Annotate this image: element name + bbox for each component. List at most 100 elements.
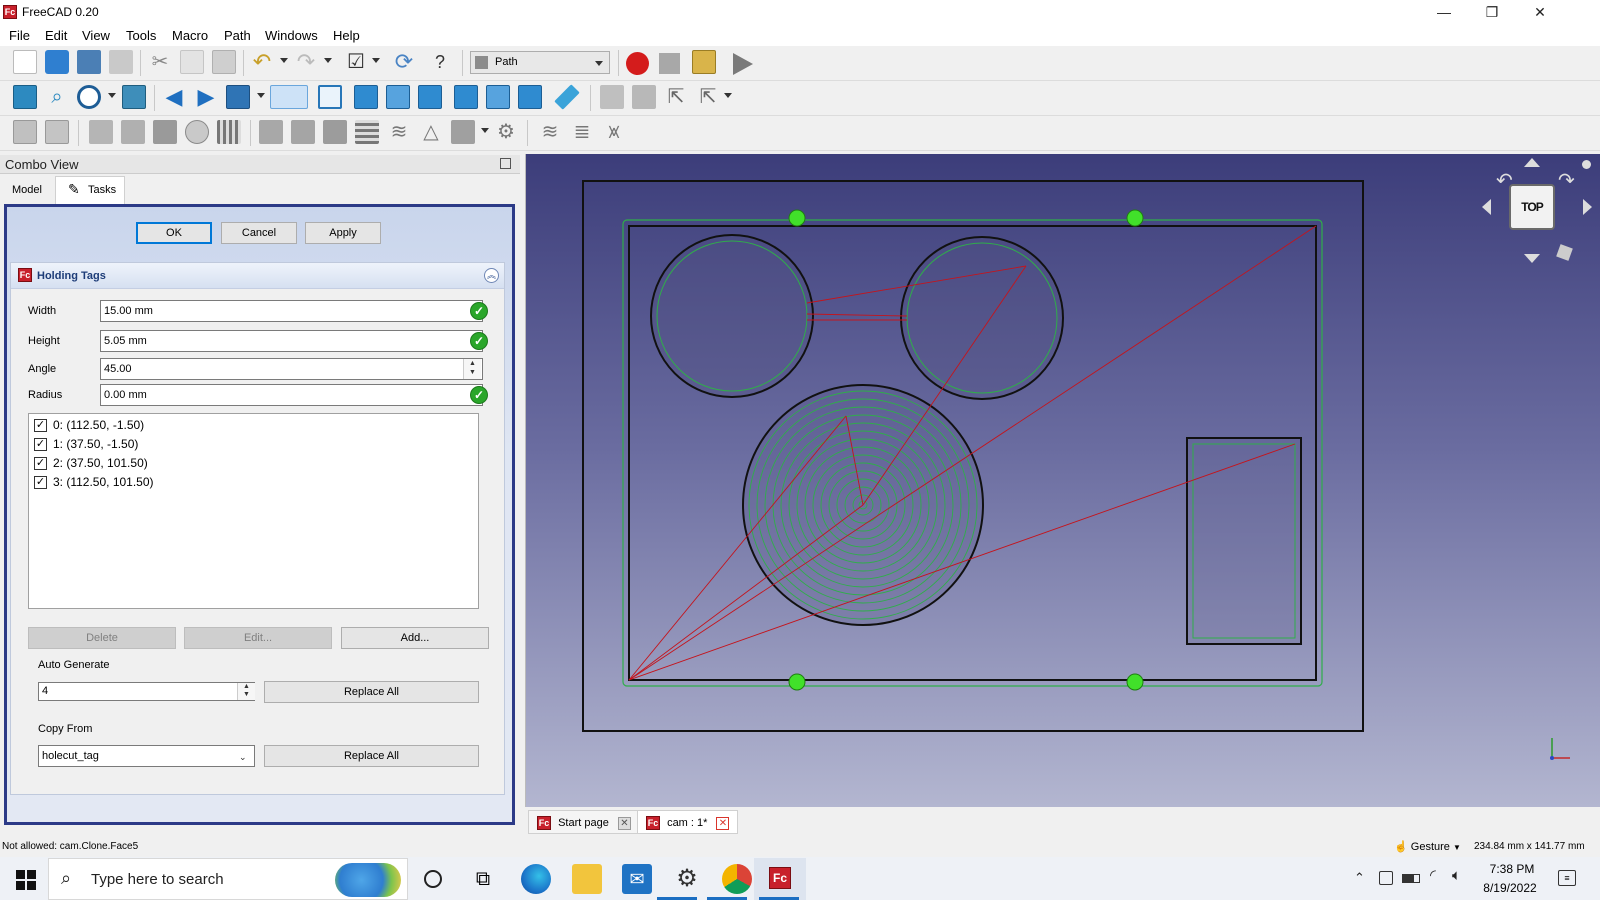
copy-from-replace-all-button[interactable]: Replace All [264, 745, 479, 767]
path-dropdown-icon[interactable] [481, 128, 489, 133]
height-input[interactable]: 5.05 mm [100, 330, 483, 352]
tab-start-page[interactable]: Fc Start page ✕ [528, 810, 640, 834]
checkbox-checked-icon[interactable]: ✓ [34, 457, 47, 471]
clock-date[interactable]: 8/19/2022 [1477, 881, 1543, 895]
3d-view[interactable]: TOP ↶ ↷ [525, 154, 1600, 807]
path-waterline-icon[interactable]: ≋ [387, 120, 411, 144]
path-engrave-icon[interactable] [323, 120, 347, 144]
undo-dropdown-icon[interactable] [280, 58, 288, 63]
macro-editor-icon[interactable] [692, 50, 716, 74]
checkbox-checked-icon[interactable]: ✓ [34, 438, 47, 452]
redo-icon[interactable]: ↷ [294, 50, 318, 74]
navigation-style-selector[interactable]: ☝ Gesture ▼ [1394, 840, 1461, 853]
copy-from-select[interactable]: holecut_tag ⌄ [38, 745, 255, 767]
menu-file[interactable]: File [7, 28, 32, 43]
navcube-rotate-right-icon[interactable]: ↷ [1558, 168, 1575, 193]
menu-windows[interactable]: Windows [263, 28, 320, 43]
path-helix-icon[interactable] [185, 120, 209, 144]
fit-all-icon[interactable] [13, 85, 37, 109]
freecad-taskbar-button[interactable]: Fc [754, 858, 806, 900]
draw-style-icon[interactable] [77, 85, 101, 109]
chrome-browser-icon[interactable] [722, 864, 752, 894]
auto-generate-replace-all-button[interactable]: Replace All [264, 681, 479, 703]
cortana-icon[interactable] [424, 870, 442, 888]
path-thread-icon[interactable]: ⚙ [494, 120, 518, 144]
link-actions-dropdown-icon[interactable] [724, 93, 732, 98]
close-window-button[interactable]: ✕ [1517, 0, 1563, 26]
navcube-left-arrow-icon[interactable] [1482, 199, 1491, 215]
draw-style-dropdown-icon[interactable] [108, 93, 116, 98]
print-icon[interactable] [109, 50, 133, 74]
path-post-icon[interactable] [45, 120, 69, 144]
apply-button[interactable]: Apply [305, 222, 381, 244]
path-adaptive-icon[interactable] [259, 120, 283, 144]
checkbox-checked-icon[interactable]: ✓ [34, 476, 47, 490]
bounding-box-icon[interactable] [122, 85, 146, 109]
front-view-icon[interactable] [354, 85, 378, 109]
link-icon[interactable]: ⇱ [664, 85, 688, 109]
angle-spinbox[interactable]: 45.00 [100, 358, 483, 380]
std-views-icon[interactable] [270, 85, 308, 109]
path-profile-icon[interactable] [89, 120, 113, 144]
holding-tag-marker[interactable] [788, 673, 806, 691]
top-view-icon[interactable] [386, 85, 410, 109]
cancel-button[interactable]: Cancel [221, 222, 297, 244]
menu-path[interactable]: Path [222, 28, 253, 43]
workbench-selector[interactable]: Path [470, 51, 610, 74]
create-group-icon[interactable] [632, 85, 656, 109]
minimize-button[interactable]: — [1421, 0, 1467, 26]
path-deburr-icon[interactable] [451, 120, 475, 144]
back-arrow-icon[interactable]: ◀ [162, 85, 186, 109]
measure-distance-icon[interactable] [554, 84, 580, 110]
tray-device-icon[interactable] [1379, 871, 1393, 885]
record-macro-icon[interactable] [626, 52, 649, 75]
stop-macro-icon[interactable] [659, 53, 680, 74]
menu-help[interactable]: Help [331, 28, 362, 43]
task-view-icon[interactable]: ⧉ [468, 864, 498, 894]
undo-icon[interactable]: ↶ [250, 50, 274, 74]
width-input[interactable]: 15.00 mm [100, 300, 483, 322]
paste-icon[interactable] [212, 50, 236, 74]
close-tab-icon[interactable]: ✕ [617, 816, 631, 830]
mail-icon[interactable]: ✉ [622, 864, 652, 894]
menu-tools[interactable]: Tools [124, 28, 158, 43]
restore-button[interactable]: ❐ [1469, 0, 1515, 26]
navcube-right-arrow-icon[interactable] [1583, 199, 1592, 215]
new-document-icon[interactable] [13, 50, 37, 74]
holding-tag-marker[interactable] [1126, 209, 1144, 227]
tab-model[interactable]: Model [2, 178, 52, 202]
tab-tasks[interactable]: ✎ Tasks [55, 176, 125, 204]
run-macro-icon[interactable] [733, 53, 753, 75]
ok-button[interactable]: OK [136, 222, 212, 244]
path-pocket-icon[interactable] [121, 120, 145, 144]
copy-icon[interactable] [180, 50, 204, 74]
angle-spin-arrows-icon[interactable]: ▲ ▼ [463, 359, 481, 379]
tag-list[interactable]: ✓ 0: (112.50, -1.50) ✓ 1: (37.50, -1.50) ✓… [28, 413, 479, 609]
right-view-icon[interactable] [418, 85, 442, 109]
add-button[interactable]: Add... [341, 627, 489, 649]
rear-view-icon[interactable] [454, 85, 478, 109]
path-vcarve-icon[interactable]: △ [419, 120, 443, 144]
list-item[interactable]: ✓ 1: (37.50, -1.50) [34, 437, 138, 455]
holding-tag-marker[interactable] [1126, 673, 1144, 691]
wifi-icon[interactable]: ◜ [1430, 866, 1436, 884]
path-dressup-icon[interactable]: ≋ [538, 120, 562, 144]
close-tab-icon[interactable]: ✕ [716, 816, 730, 830]
forward-arrow-icon[interactable]: ▶ [194, 85, 218, 109]
list-item[interactable]: ✓ 0: (112.50, -1.50) [34, 418, 144, 436]
holding-tag-marker[interactable] [788, 209, 806, 227]
link-actions-icon[interactable]: ⇱ [696, 85, 720, 109]
open-folder-icon[interactable] [45, 50, 69, 74]
list-item[interactable]: ✓ 3: (112.50, 101.50) [34, 475, 154, 493]
model-canvas[interactable] [526, 154, 1600, 807]
clock-time[interactable]: 7:38 PM [1483, 862, 1541, 876]
navcube-top-face[interactable]: TOP [1509, 184, 1555, 230]
path-simulator-icon[interactable]: ⩙ [602, 120, 626, 144]
file-explorer-icon[interactable] [572, 864, 602, 894]
settings-gear-icon[interactable]: ⚙ [672, 864, 702, 894]
menu-edit[interactable]: Edit [43, 28, 69, 43]
save-icon[interactable] [77, 50, 101, 74]
refresh-icon[interactable]: ⟳ [392, 50, 416, 74]
navigation-cube[interactable]: TOP ↶ ↷ [1482, 154, 1596, 274]
navcube-down-arrow-icon[interactable] [1524, 254, 1540, 263]
